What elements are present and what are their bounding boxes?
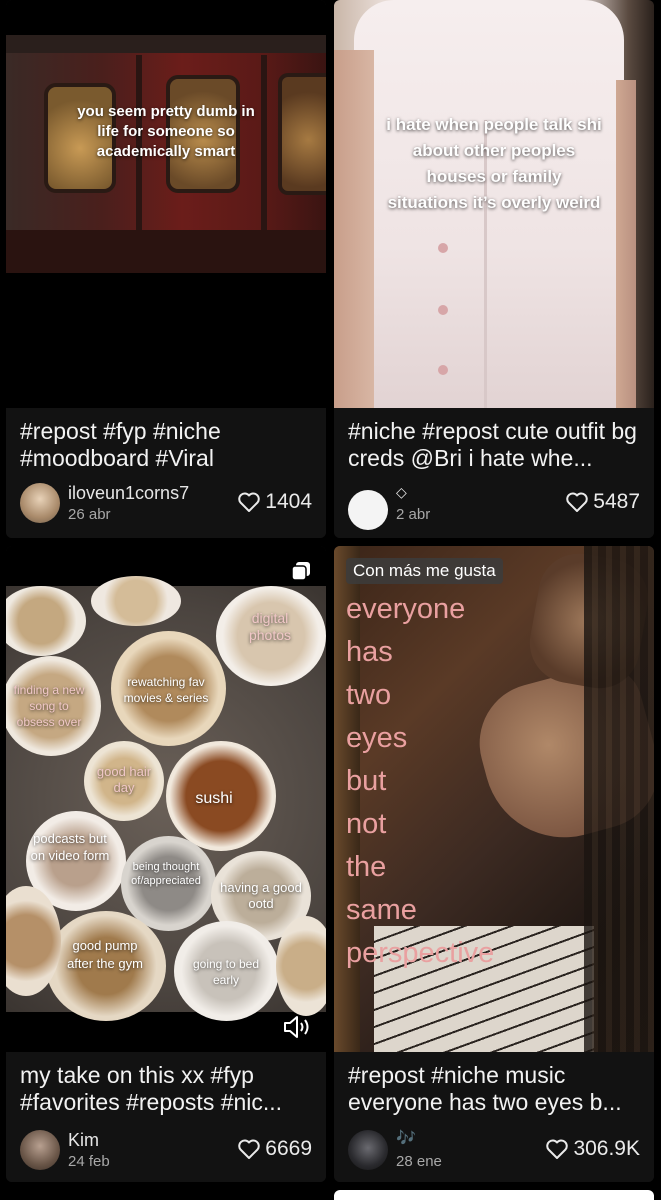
bubble-label: going to bed early [192,957,260,987]
avatar[interactable] [348,490,388,530]
coffee-cups-image [6,576,326,1021]
multi-photo-icon [290,560,312,582]
username[interactable]: ◇ [396,484,407,501]
video-caption[interactable]: my take on this xx #fyp #favorites #repo… [20,1062,314,1116]
heart-icon [546,1139,569,1159]
username[interactable]: iloveun1corns7 [68,483,189,504]
next-card-peek[interactable] [334,1190,654,1200]
card-info: #repost #fyp #niche #moodboard #Viral il… [6,408,326,538]
sound-on-icon[interactable] [282,1014,312,1040]
video-card-2[interactable]: i hate when people talk shi about other … [334,0,654,538]
bubble-label: podcasts but on video form [30,831,110,863]
username[interactable]: Kim [68,1130,99,1151]
bubble-label: digital photos [248,610,292,643]
overlay-line: the [346,851,387,883]
video-card-4[interactable]: Con más me gusta everyone has two eyes b… [334,546,654,1182]
video-caption[interactable]: #niche #repost cute outfit bg creds @Bri… [348,418,642,472]
avatar[interactable] [348,1130,388,1170]
overlay-line: but [346,765,387,797]
bubble-label: sushi [195,790,233,807]
like-count-value: 306.9K [573,1137,640,1160]
bubble-label: good hair day [96,764,152,795]
overlay-line: two [346,679,392,711]
card-info: #repost #niche music everyone has two ey… [334,1052,654,1182]
overlay-line: perspective [346,937,495,969]
bubble-label: having a good ootd [220,880,302,911]
bubble-label: good pump after the gym [67,938,143,971]
overlay-line: eyes [346,722,408,754]
heart-icon [238,1139,261,1159]
post-date: 24 feb [68,1153,110,1170]
like-count: 1404 [237,490,312,514]
avatar[interactable] [20,483,60,523]
post-date: 2 abr [396,506,431,523]
overlay-text: you seem pretty dumb in life for someone… [77,103,255,160]
video-caption[interactable]: #repost #niche music everyone has two ey… [348,1062,642,1116]
bubble-label: rewatching fav movies & series [123,675,209,705]
like-count: 5487 [565,490,640,514]
video-thumbnail[interactable]: Con más me gusta everyone has two eyes b… [334,546,654,1052]
video-card-3[interactable]: digital photos finding a new song to obs… [6,546,326,1182]
avatar[interactable] [20,1130,60,1170]
overlay-text: i hate when people talk shi about other … [386,115,602,212]
bubble-label: being thought of/appreciated [131,861,201,887]
username[interactable]: 🎶 [396,1128,416,1148]
most-liked-badge: Con más me gusta [346,558,503,584]
post-date: 26 abr [68,506,111,523]
video-thumbnail[interactable]: you seem pretty dumb in life for someone… [6,0,326,408]
video-thumbnail[interactable]: i hate when people talk shi about other … [334,0,654,408]
like-count-value: 5487 [593,490,640,513]
overlay-text: everyone has two eyes but not the same p… [346,588,646,975]
like-count-value: 1404 [265,490,312,513]
overlay-line: everyone [346,593,466,625]
heart-icon [238,492,261,512]
like-count: 306.9K [545,1137,640,1161]
video-card-1[interactable]: you seem pretty dumb in life for someone… [6,0,326,538]
heart-icon [566,492,589,512]
card-info: #niche #repost cute outfit bg creds @Bri… [334,408,654,538]
post-date: 28 ene [396,1153,442,1170]
overlay-line: same [346,894,417,926]
overlay-line: not [346,808,387,840]
like-count-value: 6669 [265,1137,312,1160]
video-thumbnail[interactable]: digital photos finding a new song to obs… [6,546,326,1052]
card-info: my take on this xx #fyp #favorites #repo… [6,1052,326,1182]
bubble-label: finding a new song to obsess over [13,683,85,729]
like-count: 6669 [237,1137,312,1161]
video-caption[interactable]: #repost #fyp #niche #moodboard #Viral [20,418,314,472]
overlay-line: has [346,636,393,668]
